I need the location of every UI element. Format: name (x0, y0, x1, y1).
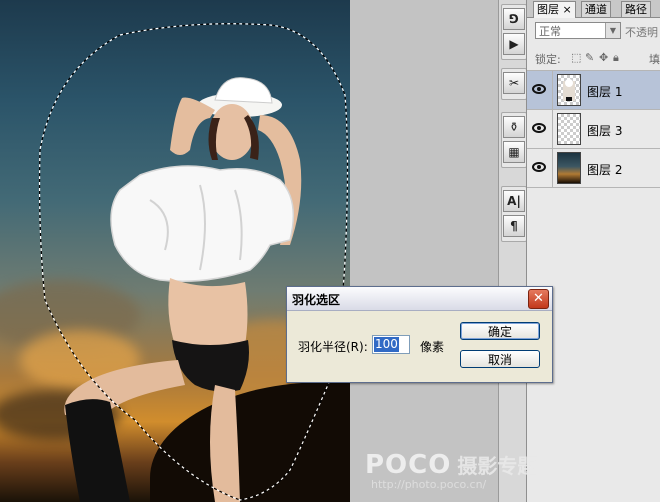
cancel-button[interactable]: 取消 (460, 350, 540, 368)
lock-all-icon[interactable]: 🔒︎ (613, 51, 619, 65)
lock-label: 锁定: (535, 53, 561, 66)
opacity-label: 不透明 (625, 26, 658, 39)
tab-layers[interactable]: 图层 × (533, 1, 576, 18)
layer-name: 图层 3 (587, 124, 623, 138)
paragraph-icon[interactable]: ¶ (503, 215, 525, 237)
blend-mode-select[interactable]: 正常 ▼ (535, 22, 621, 39)
play-icon[interactable]: ▶ (503, 33, 525, 55)
tool-presets-icon[interactable]: ▦ (503, 141, 525, 163)
character-icon[interactable]: A| (503, 190, 525, 212)
document-canvas[interactable] (0, 0, 350, 502)
panel-dock-strip: ⅁ ▶ ✂ ⚱ ▦ A| ¶ (498, 0, 527, 502)
watermark-logo: POCO (365, 450, 452, 480)
feather-radius-label: 羽化半径(R): (298, 340, 368, 354)
layer-thumbnail (557, 113, 581, 145)
tab-close-icon[interactable]: × (563, 3, 572, 16)
unit-label: 像素 (420, 340, 445, 354)
tool-group-clone: ⚱ ▦ (501, 112, 527, 168)
lock-transparent-icon[interactable]: ⬚ (571, 51, 581, 64)
fill-label: 填 (649, 53, 660, 66)
close-icon[interactable]: ✕ (528, 289, 549, 309)
tool-group-text: A| ¶ (501, 186, 527, 242)
blend-row: 正常 ▼ 不透明 (527, 20, 660, 42)
layers-panel: 图层 × 通道 路径 正常 ▼ 不透明 锁定: ⬚ ✎ ✥ 🔒︎ 填 图层 1 … (526, 0, 660, 502)
photo-subject (38, 23, 349, 502)
watermark-url: http://photo.poco.cn/ (371, 478, 487, 491)
feather-selection-dialog: 羽化选区 ✕ 羽化半径(R): 100 像素 确定 取消 (286, 286, 553, 383)
tool-group-history: ⅁ ▶ (501, 4, 527, 60)
layer-row[interactable]: 图层 2 (527, 148, 660, 187)
watermark: POCO 摄影专题 http://photo.poco.cn/ (365, 450, 538, 491)
eye-icon[interactable] (530, 159, 548, 177)
layer-name: 图层 2 (587, 163, 623, 177)
layer-thumbnail (557, 74, 581, 106)
workspace-background (350, 0, 498, 502)
tab-paths[interactable]: 路径 (621, 1, 651, 17)
dialog-titlebar[interactable]: 羽化选区 ✕ (287, 287, 552, 311)
tool-group-brushes: ✂ (501, 68, 527, 100)
layer-thumbnail (557, 152, 581, 184)
feather-radius-input[interactable]: 100 (372, 335, 410, 354)
clone-source-icon[interactable]: ⚱ (503, 116, 525, 138)
lock-position-icon[interactable]: ✥ (599, 51, 608, 64)
panel-tabs: 图层 × 通道 路径 (527, 0, 660, 18)
layer-name: 图层 1 (587, 85, 623, 99)
history-icon[interactable]: ⅁ (503, 8, 525, 30)
brush-options-icon[interactable]: ✂ (503, 72, 525, 94)
lock-pixels-icon[interactable]: ✎ (585, 51, 594, 64)
layer-row[interactable]: 图层 3 (527, 109, 660, 148)
chevron-down-icon: ▼ (605, 23, 620, 38)
tab-channels[interactable]: 通道 (581, 1, 611, 17)
lock-row: 锁定: ⬚ ✎ ✥ 🔒︎ 填 (527, 46, 660, 68)
watermark-text: 摄影专题 (457, 454, 538, 478)
eye-icon[interactable] (530, 120, 548, 138)
layer-row[interactable]: 图层 1 (527, 70, 660, 109)
dialog-title: 羽化选区 (292, 293, 341, 307)
eye-icon[interactable] (530, 81, 548, 99)
ok-button[interactable]: 确定 (460, 322, 540, 340)
